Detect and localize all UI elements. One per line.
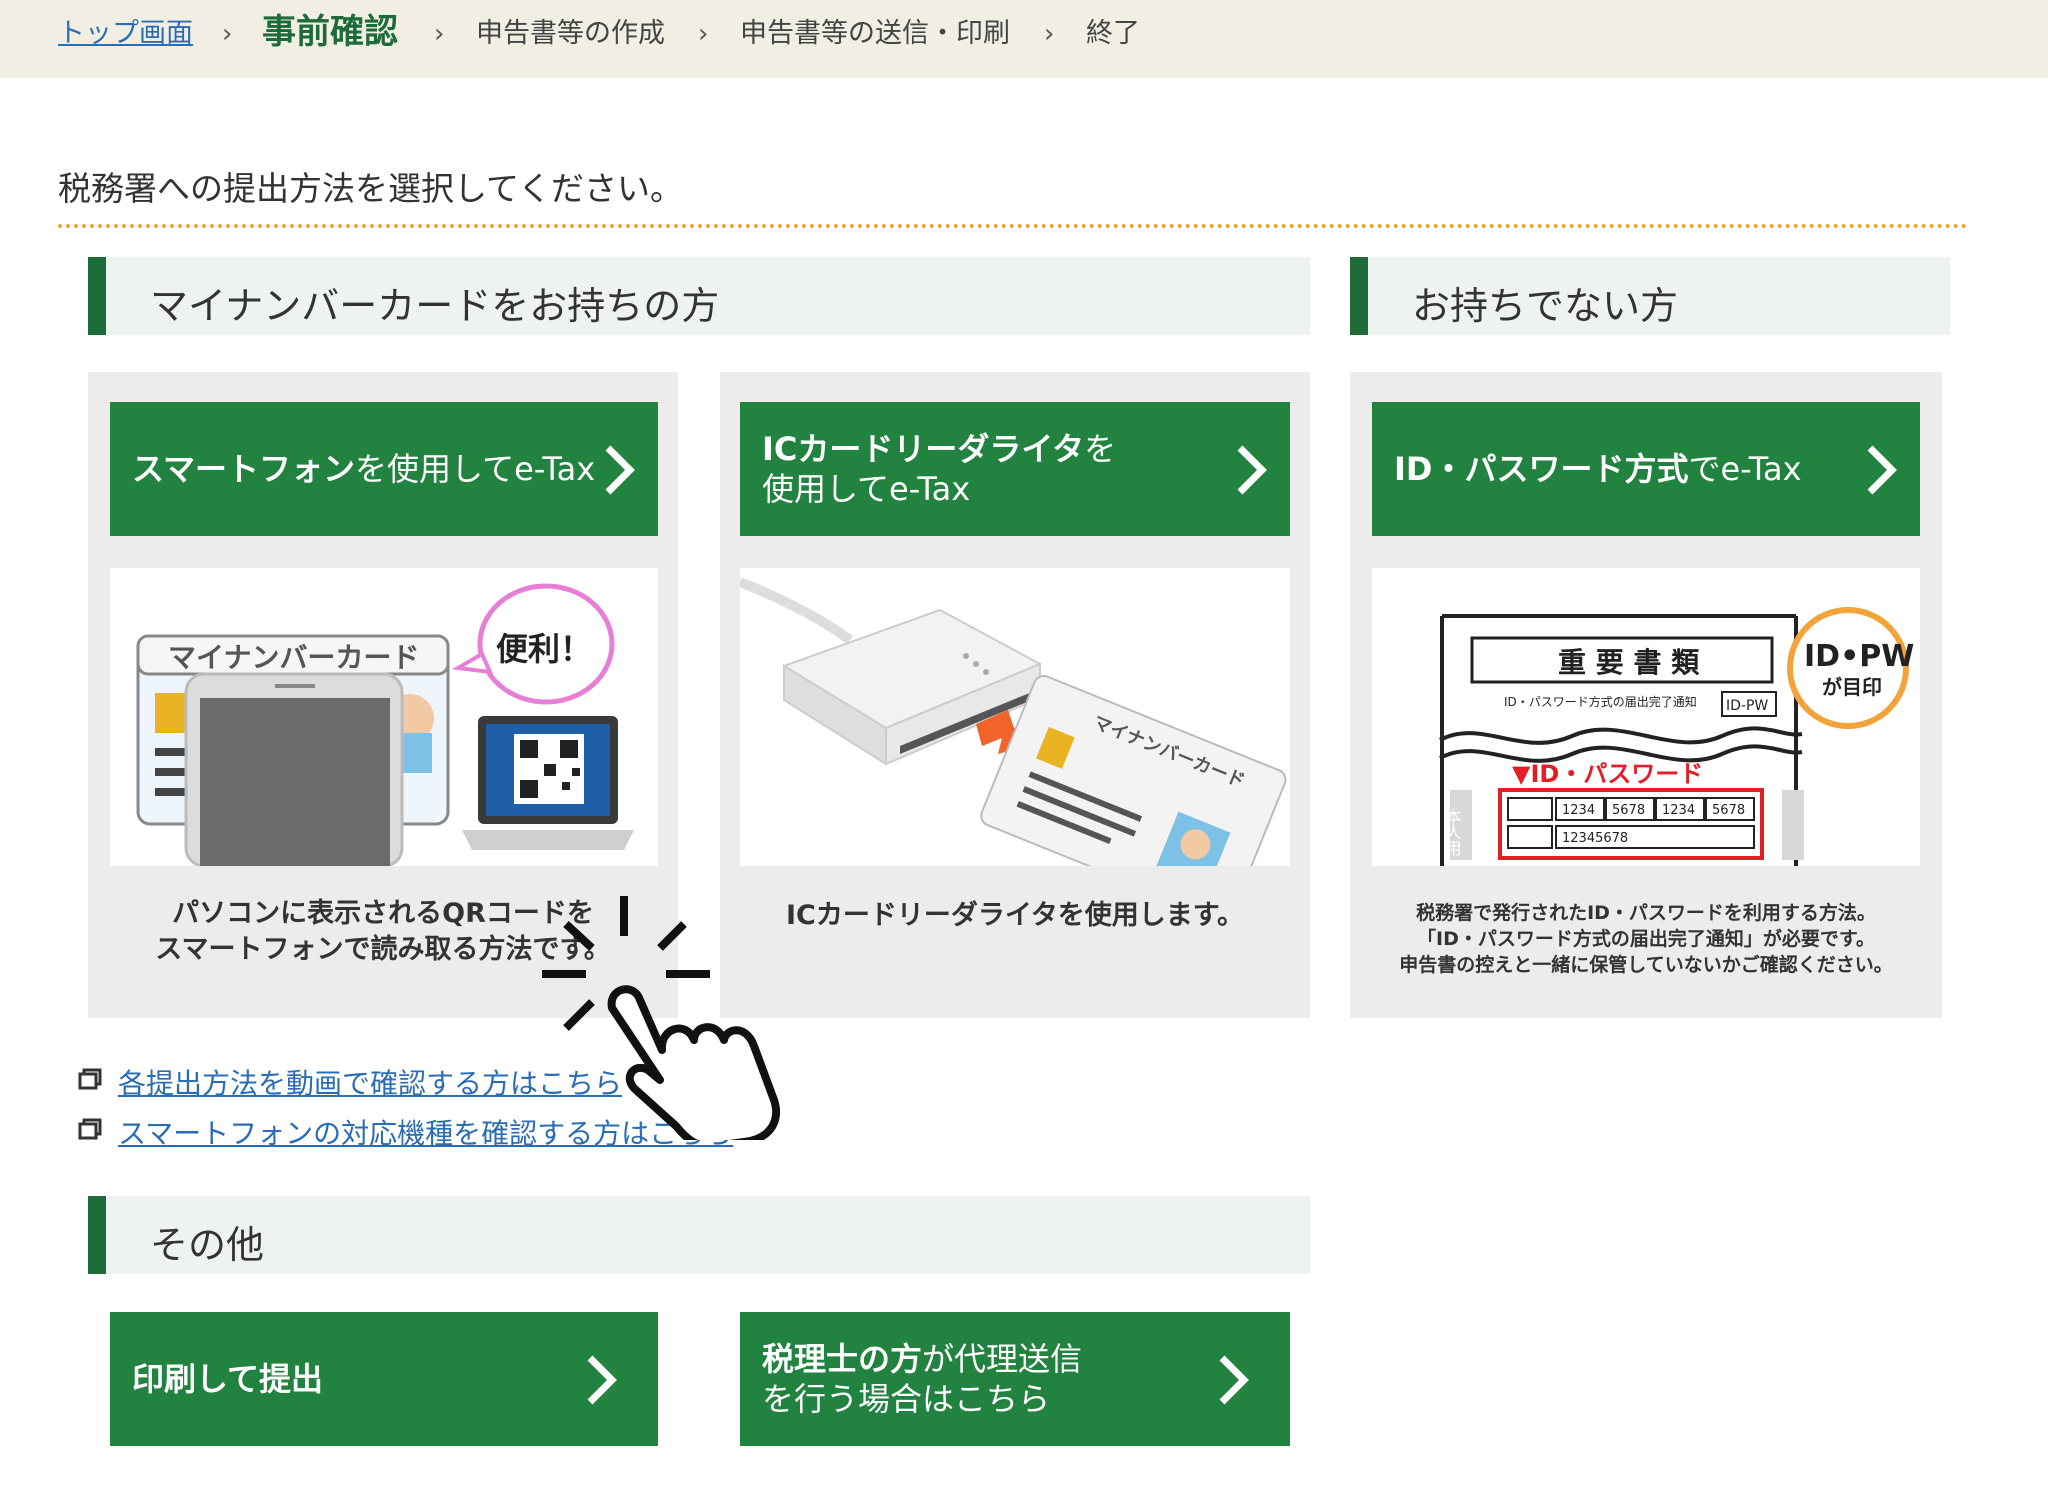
- idpw-illustration: 重 要 書 類 ID・パスワード方式の届出完了通知 ID-PW ▼ID・パスワー…: [1372, 568, 1920, 866]
- code-text: 12345678: [1562, 831, 1628, 846]
- icreader-illustration: マイナンバーカード: [740, 568, 1290, 866]
- description-line: 申告書の控えと一緒に保管していないかご確認ください。: [1399, 954, 1893, 976]
- section-title: お持ちでない方: [1412, 284, 1679, 328]
- description-line: 税務署で発行されたID・パスワードを利用する方法。: [1416, 902, 1876, 924]
- description-line: 「ID・パスワード方式の届出完了通知」が必要です。: [1417, 928, 1875, 950]
- button-label-bold: 税理士の方: [762, 1340, 923, 1378]
- smartphone-qr-image: マイナンバーカード 便利！: [136, 583, 634, 866]
- print-submit-button[interactable]: 印刷して提出: [110, 1312, 658, 1446]
- new-window-icon: [78, 1118, 102, 1140]
- smartphone-qr-illustration: マイナンバーカード 便利！: [110, 568, 658, 866]
- option-panel-idpw: ID・パスワード方式でe-Tax 重 要 書 類 ID・パスワード方式の届出完了…: [1350, 372, 1942, 1018]
- card-title-text: マイナンバーカード: [168, 641, 419, 674]
- section-title: その他: [150, 1223, 265, 1267]
- option-panel-icreader: ICカードリーダライタを 使用してe-Tax マイナンバーカード ICカードリー…: [720, 372, 1310, 1018]
- chevron-right-icon: [605, 445, 635, 495]
- button-label: 印刷して提出: [132, 1312, 323, 1446]
- badge-line1: ID•PW: [1804, 639, 1914, 674]
- button-label-line2: 使用してe-Tax: [762, 470, 971, 508]
- button-label-bold: 印刷して提出: [132, 1360, 324, 1398]
- tap-hand-cursor-icon: [542, 896, 780, 1140]
- tax-accountant-button[interactable]: 税理士の方が代理送信 を行う場合はこちら: [740, 1312, 1290, 1446]
- breadcrumb-separator: ›: [698, 19, 709, 49]
- section-accent-bar: [1350, 257, 1368, 335]
- icreader-description: ICカードリーダライタを使用します。: [785, 900, 1245, 931]
- breadcrumb-step: 終了: [1086, 18, 1140, 49]
- chevron-right-icon: [587, 1355, 617, 1405]
- section-accent-bar: [88, 257, 106, 335]
- dotted-divider: [58, 224, 1968, 228]
- icreader-image: マイナンバーカード: [740, 577, 1287, 866]
- button-label: 税理士の方が代理送信 を行う場合はこちら: [762, 1312, 1082, 1446]
- chevron-right-icon: [1237, 445, 1267, 495]
- code-text: 5678: [1612, 803, 1645, 818]
- button-label-rest: が代理送信: [922, 1340, 1083, 1378]
- chevron-right-icon: [1867, 445, 1897, 495]
- code-text: 1234: [1562, 803, 1595, 818]
- idpw-etax-button[interactable]: ID・パスワード方式でe-Tax: [1372, 402, 1920, 536]
- svg-text:ID-PW: ID-PW: [1726, 698, 1768, 714]
- section-header-other: その他: [88, 1196, 1310, 1274]
- bubble-text: 便利！: [496, 630, 592, 668]
- section-title: マイナンバーカードをお持ちの方: [150, 284, 720, 328]
- breadcrumb: トップ画面 › 事前確認 › 申告書等の作成 › 申告書等の送信・印刷 › 終了: [0, 0, 2048, 78]
- button-label-rest: でe-Tax: [1688, 450, 1802, 488]
- doc-subtitle-text: ID・パスワード方式の届出完了通知: [1504, 694, 1697, 709]
- button-label-bold: ICカードリーダライタ: [762, 430, 1085, 468]
- idpw-description: 税務署で発行されたID・パスワードを利用する方法。 「ID・パスワード方式の届出…: [1350, 900, 1942, 978]
- page-instruction: 税務署への提出方法を選択してください。: [58, 169, 684, 208]
- button-label-bold: スマートフォン: [132, 450, 356, 488]
- breadcrumb-step: 申告書等の作成: [476, 18, 665, 49]
- breadcrumb-separator: ›: [222, 19, 233, 49]
- section-accent-bar: [88, 1196, 106, 1274]
- button-label-bold: ID・パスワード方式: [1394, 450, 1689, 488]
- code-text: 5678: [1712, 803, 1745, 818]
- breadcrumb-separator: ›: [1044, 19, 1055, 49]
- chevron-right-icon: [1219, 1355, 1249, 1405]
- button-label-line2: を行う場合はこちら: [762, 1380, 1051, 1418]
- side-label: 本人用: [1443, 808, 1462, 857]
- button-label-rest: を使用してe-Tax: [355, 450, 596, 488]
- id-password-title: ▼ID・パスワード: [1512, 760, 1703, 788]
- code-text: 1234: [1662, 803, 1695, 818]
- button-label: スマートフォンを使用してe-Tax: [132, 402, 595, 536]
- section-header-mynumber: マイナンバーカードをお持ちの方: [88, 257, 1310, 335]
- breadcrumb-step: 申告書等の送信・印刷: [740, 18, 1010, 49]
- section-header-no-card: お持ちでない方: [1350, 257, 1950, 335]
- breadcrumb-current-step: 事前確認: [262, 12, 398, 52]
- button-label: ID・パスワード方式でe-Tax: [1394, 402, 1802, 536]
- badge-line2: が目印: [1822, 675, 1882, 699]
- button-label: ICカードリーダライタを 使用してe-Tax: [762, 402, 1116, 536]
- button-label-rest: を: [1084, 430, 1117, 468]
- doc-title-text: 重 要 書 類: [1558, 646, 1700, 679]
- breadcrumb-separator: ›: [434, 19, 445, 49]
- breadcrumb-top-link[interactable]: トップ画面: [58, 14, 193, 54]
- new-window-icon: [78, 1068, 102, 1090]
- smartphone-etax-button[interactable]: スマートフォンを使用してe-Tax: [110, 402, 658, 536]
- idpw-document-image: 重 要 書 類 ID・パスワード方式の届出完了通知 ID-PW ▼ID・パスワー…: [1439, 607, 1914, 866]
- icreader-etax-button[interactable]: ICカードリーダライタを 使用してe-Tax: [740, 402, 1290, 536]
